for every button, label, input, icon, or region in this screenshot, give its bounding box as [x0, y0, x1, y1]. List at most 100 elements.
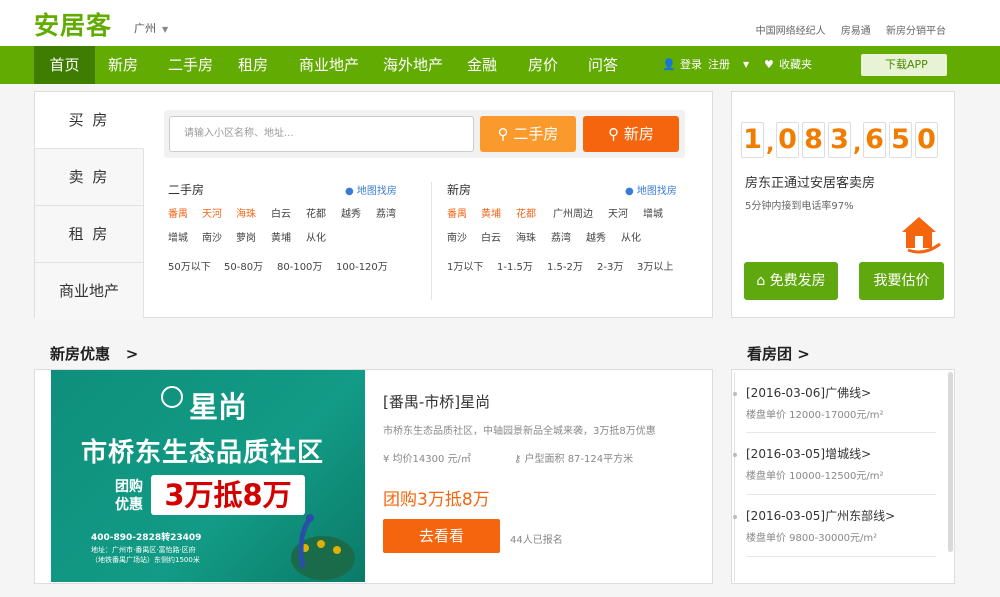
tab-buy[interactable]: 买 房	[35, 92, 144, 149]
district-link[interactable]: 越秀	[341, 205, 361, 220]
district-link[interactable]: 番禺	[168, 205, 188, 220]
city-selector[interactable]: 广州 ▼	[134, 20, 168, 36]
timeline-line	[734, 372, 735, 582]
nav-qa[interactable]: 问答	[588, 46, 618, 84]
counter-digit: 6	[863, 122, 886, 158]
tour-scrollbar[interactable]	[948, 372, 953, 552]
district-link[interactable]: 黄埔	[481, 205, 501, 220]
search-input[interactable]: 请输入小区名称、地址...	[169, 116, 474, 152]
tab-commercial[interactable]: 商业地产	[35, 263, 143, 320]
district-link[interactable]: 花都	[516, 205, 536, 220]
price-range-link[interactable]: 1万以下	[447, 258, 483, 273]
new-deals-heading[interactable]: 新房优惠 >	[50, 343, 138, 364]
price-range-link[interactable]: 1.5-2万	[547, 258, 583, 273]
nav-overseas[interactable]: 海外地产	[383, 46, 443, 84]
district-link[interactable]: 天河	[608, 205, 628, 220]
counter-digit: 0	[776, 122, 799, 158]
price-range-link[interactable]: 100-120万	[336, 258, 388, 273]
site-logo[interactable]: 安居客	[34, 6, 112, 42]
district-link[interactable]: 海珠	[236, 205, 256, 220]
district-link[interactable]: 天河	[202, 205, 222, 220]
new-house-links: 番禺 黄埔 花都 广州周边 天河 增城 南沙 白云 海珠 荔湾 越秀 从化 1万…	[447, 205, 697, 285]
nav-price[interactable]: 房价	[528, 46, 558, 84]
search-new-house-label: 新房	[623, 125, 654, 143]
district-link[interactable]: 海珠	[516, 229, 536, 244]
district-link[interactable]: 番禺	[447, 205, 467, 220]
chevron-down-icon[interactable]: ▼	[743, 46, 749, 84]
price-range-link[interactable]: 2-3万	[597, 258, 623, 273]
city-label: 广州	[134, 22, 156, 35]
price-range-link[interactable]: 80-100万	[277, 258, 322, 273]
tour-item-title: [2016-03-05]广州东部线>	[746, 509, 896, 523]
register-link[interactable]: 注册	[708, 46, 730, 84]
link-broker[interactable]: 中国网络经纪人	[756, 26, 826, 37]
link-distribution[interactable]: 新房分销平台	[886, 26, 946, 37]
deal-description: 市桥东生态品质社区，中轴园景新品全城来袭，3万抵8万优惠	[383, 426, 656, 437]
district-link[interactable]: 荔湾	[551, 229, 571, 244]
nav-second-hand[interactable]: 二手房	[168, 46, 213, 84]
district-link[interactable]: 花都	[306, 205, 326, 220]
district-link[interactable]: 白云	[481, 229, 501, 244]
price-range-link[interactable]: 1-1.5万	[497, 258, 533, 273]
district-link[interactable]: 从化	[306, 229, 326, 244]
user-icon: 👤	[662, 58, 676, 71]
download-app-button[interactable]: 下载APP	[861, 54, 947, 76]
search-second-hand-button[interactable]: ⚲ 二手房	[480, 116, 576, 152]
district-link[interactable]: 南沙	[447, 229, 467, 244]
house-hand-icon	[898, 212, 944, 256]
district-link[interactable]: 增城	[168, 229, 188, 244]
tour-item[interactable]: [2016-03-05]广州东部线> 楼盘单价 9800-30000元/m²	[746, 507, 895, 544]
tour-heading[interactable]: 看房团 >	[747, 343, 810, 364]
brand-seal-icon	[161, 386, 183, 408]
nav-finance[interactable]: 金融	[467, 46, 497, 84]
search-icon: ⚲	[497, 125, 514, 143]
nav-new-house[interactable]: 新房	[108, 46, 138, 84]
district-link[interactable]: 黄埔	[271, 229, 291, 244]
price-range-link[interactable]: 3万以上	[637, 258, 673, 273]
timeline-dot	[733, 515, 737, 519]
counter-digit: 8	[802, 122, 825, 158]
category-tabs: 买 房 卖 房 租 房 商业地产	[35, 92, 144, 320]
deal-group-offer: 团购3万抵8万	[383, 490, 490, 510]
free-post-button[interactable]: ⌂ 免费发房	[744, 262, 838, 300]
district-link[interactable]: 荔湾	[376, 205, 396, 220]
price-range-link[interactable]: 50万以下	[168, 258, 211, 273]
tour-separator	[746, 432, 936, 433]
link-fangyitong[interactable]: 房易通	[841, 26, 871, 37]
counter-digit: 0	[915, 122, 938, 158]
tour-item[interactable]: [2016-03-06]广佛线> 楼盘单价 12000-17000元/m²	[746, 384, 884, 421]
tab-rent[interactable]: 租 房	[35, 206, 143, 263]
new-map-link[interactable]: ● 地图找房	[625, 182, 677, 197]
counter-comma: ,	[853, 132, 862, 157]
district-link[interactable]: 白云	[271, 205, 291, 220]
login-link[interactable]: 登录	[680, 46, 702, 84]
seller-subline: 5分钟内接到电话率97%	[745, 201, 854, 212]
promo-address-line1: 地址：广州市·番禺区·富怡路·区府	[91, 546, 196, 554]
search-new-house-button[interactable]: ⚲ 新房	[583, 116, 679, 152]
nav-rent[interactable]: 租房	[238, 46, 268, 84]
district-link[interactable]: 南沙	[202, 229, 222, 244]
second-hand-title: 二手房	[168, 183, 205, 197]
tab-sell[interactable]: 卖 房	[35, 149, 143, 206]
deal-title[interactable]: [番禺-市桥]星尚	[383, 391, 490, 412]
district-link[interactable]: 越秀	[586, 229, 606, 244]
district-link[interactable]: 萝岗	[236, 229, 256, 244]
promo-offer: 3万抵8万	[151, 475, 305, 515]
tour-item-price: 楼盘单价 9800-30000元/m²	[746, 533, 878, 544]
go-see-button[interactable]: 去看看	[383, 519, 500, 553]
nav-home[interactable]: 首页	[34, 46, 95, 84]
district-link[interactable]: 增城	[643, 205, 663, 220]
tour-item-price: 楼盘单价 10000-12500元/m²	[746, 471, 884, 482]
tour-item[interactable]: [2016-03-05]增城线> 楼盘单价 10000-12500元/m²	[746, 445, 884, 482]
promo-banner[interactable]: 星尚 市桥东生态品质社区 团购 优惠 3万抵8万 400-890-2828转234…	[51, 370, 365, 582]
download-app-label: 下载APP	[885, 58, 928, 71]
district-link[interactable]: 广州周边	[553, 205, 593, 220]
price-range-link[interactable]: 50-80万	[224, 258, 263, 273]
favorites-link[interactable]: 收藏夹	[779, 46, 812, 84]
estimate-price-button[interactable]: 我要估价	[859, 262, 944, 300]
district-link[interactable]: 从化	[621, 229, 641, 244]
second-map-link[interactable]: ● 地图找房	[345, 182, 397, 197]
tour-item-title: [2016-03-06]广佛线>	[746, 386, 872, 400]
new-deals-title: 新房优惠	[50, 345, 111, 363]
nav-commercial[interactable]: 商业地产	[299, 46, 359, 84]
